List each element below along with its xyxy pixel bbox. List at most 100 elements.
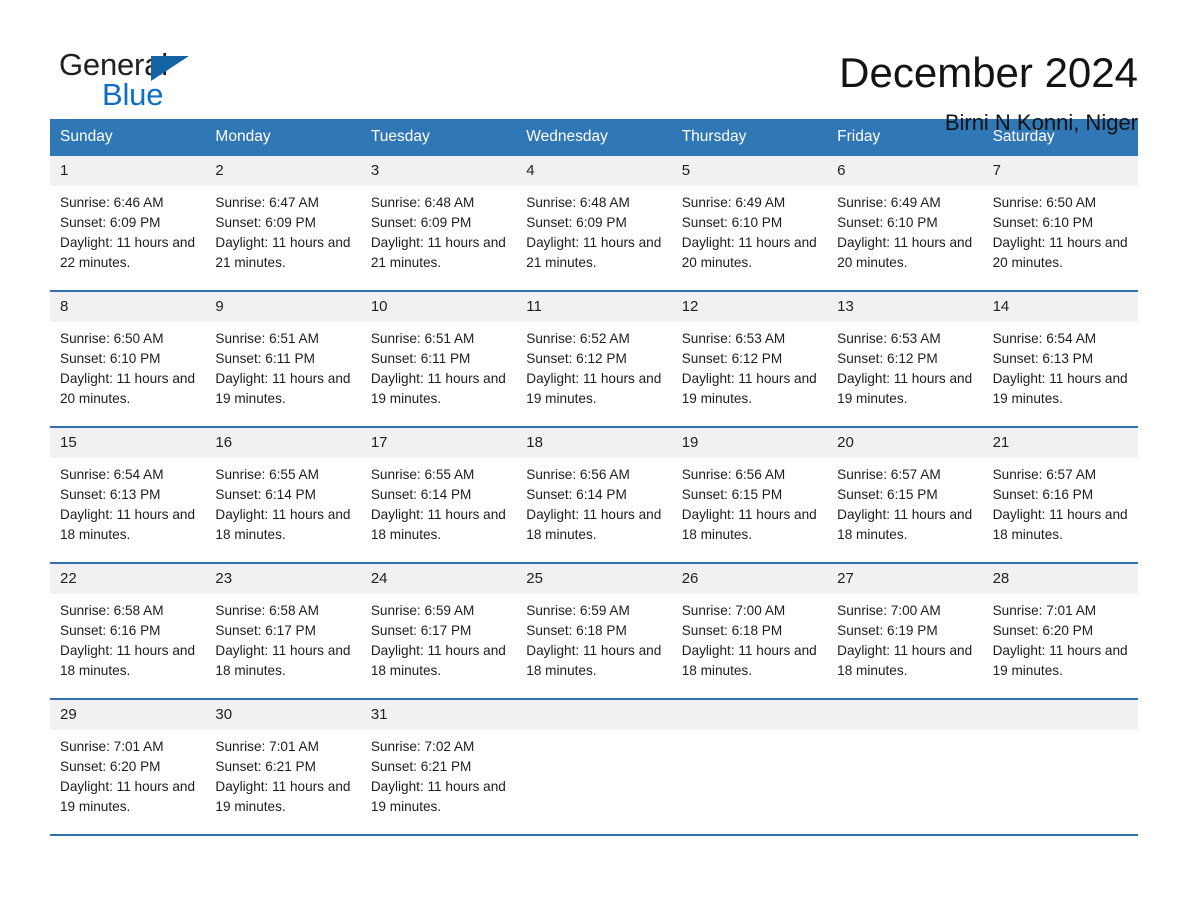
daylight-text: Daylight: 11 hours and 18 minutes. (215, 507, 351, 542)
day-number[interactable]: 27 (827, 564, 982, 594)
daylight-text: Daylight: 11 hours and 19 minutes. (60, 779, 196, 814)
day-number-empty (516, 700, 671, 730)
day-cell[interactable]: Sunrise: 6:54 AM Sunset: 6:13 PM Dayligh… (50, 458, 205, 562)
day-number[interactable]: 6 (827, 156, 982, 186)
day-cell[interactable]: Sunrise: 7:01 AM Sunset: 6:20 PM Dayligh… (983, 594, 1138, 698)
day-cell[interactable]: Sunrise: 6:49 AM Sunset: 6:10 PM Dayligh… (672, 186, 827, 290)
day-number[interactable]: 11 (516, 292, 671, 322)
day-number[interactable]: 5 (672, 156, 827, 186)
week-detail-band: Sunrise: 6:58 AM Sunset: 6:16 PM Dayligh… (50, 594, 1138, 698)
day-number[interactable]: 25 (516, 564, 671, 594)
sunset-text: Sunset: 6:10 PM (60, 351, 161, 366)
day-number[interactable]: 15 (50, 428, 205, 458)
day-number[interactable]: 13 (827, 292, 982, 322)
sunset-text: Sunset: 6:13 PM (60, 487, 161, 502)
day-cell[interactable]: Sunrise: 6:48 AM Sunset: 6:09 PM Dayligh… (516, 186, 671, 290)
day-number[interactable]: 8 (50, 292, 205, 322)
day-number[interactable]: 9 (205, 292, 360, 322)
sunset-text: Sunset: 6:19 PM (837, 623, 938, 638)
day-cell[interactable]: Sunrise: 7:00 AM Sunset: 6:18 PM Dayligh… (672, 594, 827, 698)
day-number[interactable]: 23 (205, 564, 360, 594)
day-number-empty (827, 700, 982, 730)
sunset-text: Sunset: 6:09 PM (370, 215, 472, 230)
day-number[interactable]: 24 (361, 564, 516, 594)
day-number[interactable]: 4 (516, 156, 671, 186)
sunset-text: Sunset: 6:20 PM (60, 759, 161, 774)
day-number[interactable]: 22 (50, 564, 205, 594)
daylight-text: Daylight: 11 hours and 19 minutes. (681, 371, 817, 406)
daylight-text: Daylight: 11 hours and 21 minutes. (526, 235, 662, 270)
day-cell[interactable]: Sunrise: 6:50 AM Sunset: 6:10 PM Dayligh… (983, 186, 1138, 290)
day-cell[interactable]: Sunrise: 6:56 AM Sunset: 6:15 PM Dayligh… (672, 458, 827, 562)
logo-text-blue: Blue (102, 77, 164, 112)
day-number[interactable]: 30 (205, 700, 360, 730)
daylight-text: Daylight: 11 hours and 20 minutes. (992, 235, 1128, 270)
sunrise-text: Sunrise: 7:01 AM (992, 603, 1097, 618)
week-detail-band: Sunrise: 6:46 AM Sunset: 6:09 PM Dayligh… (50, 186, 1138, 290)
sunrise-text: Sunrise: 6:51 AM (370, 331, 475, 346)
day-number[interactable]: 28 (983, 564, 1138, 594)
sunrise-text: Sunrise: 7:01 AM (60, 739, 164, 754)
day-cell[interactable]: Sunrise: 6:59 AM Sunset: 6:17 PM Dayligh… (361, 594, 516, 698)
day-cell[interactable]: Sunrise: 6:53 AM Sunset: 6:12 PM Dayligh… (672, 322, 827, 426)
sunrise-text: Sunrise: 6:56 AM (681, 467, 786, 482)
day-number[interactable]: 14 (983, 292, 1138, 322)
day-cell[interactable]: Sunrise: 6:55 AM Sunset: 6:14 PM Dayligh… (205, 458, 360, 562)
day-cell[interactable]: Sunrise: 6:50 AM Sunset: 6:10 PM Dayligh… (50, 322, 205, 426)
day-cell[interactable]: Sunrise: 6:48 AM Sunset: 6:09 PM Dayligh… (361, 186, 516, 290)
day-number[interactable]: 16 (205, 428, 360, 458)
day-number[interactable]: 1 (50, 156, 205, 186)
day-number[interactable]: 26 (672, 564, 827, 594)
day-cell[interactable]: Sunrise: 6:58 AM Sunset: 6:17 PM Dayligh… (205, 594, 360, 698)
week-detail-band: Sunrise: 6:50 AM Sunset: 6:10 PM Dayligh… (50, 322, 1138, 426)
sunrise-text: Sunrise: 6:52 AM (526, 331, 630, 346)
day-cell[interactable]: Sunrise: 6:47 AM Sunset: 6:09 PM Dayligh… (205, 186, 360, 290)
day-number[interactable]: 10 (361, 292, 516, 322)
day-cell[interactable]: Sunrise: 6:51 AM Sunset: 6:11 PM Dayligh… (205, 322, 360, 426)
weekday-friday: Friday (837, 128, 881, 145)
day-cell[interactable]: Sunrise: 6:57 AM Sunset: 6:16 PM Dayligh… (983, 458, 1138, 562)
day-number[interactable]: 3 (361, 156, 516, 186)
day-number[interactable]: 2 (205, 156, 360, 186)
day-cell[interactable]: Sunrise: 6:53 AM Sunset: 6:12 PM Dayligh… (827, 322, 982, 426)
daylight-text: Daylight: 11 hours and 18 minutes. (681, 643, 817, 678)
day-number[interactable]: 12 (672, 292, 827, 322)
day-number[interactable]: 31 (361, 700, 516, 730)
day-cell[interactable]: Sunrise: 7:01 AM Sunset: 6:21 PM Dayligh… (205, 730, 360, 834)
day-number[interactable]: 21 (983, 428, 1138, 458)
daylight-text: Daylight: 11 hours and 18 minutes. (370, 643, 506, 678)
sunset-text: Sunset: 6:12 PM (837, 351, 938, 366)
day-cell[interactable]: Sunrise: 6:58 AM Sunset: 6:16 PM Dayligh… (50, 594, 205, 698)
general-blue-logo[interactable]: General Blue (50, 46, 210, 118)
day-cell[interactable]: Sunrise: 6:59 AM Sunset: 6:18 PM Dayligh… (516, 594, 671, 698)
page-header: General Blue December 2024 Birni N Konni… (50, 0, 1138, 135)
day-cell[interactable]: Sunrise: 6:57 AM Sunset: 6:15 PM Dayligh… (827, 458, 982, 562)
day-number[interactable]: 17 (361, 428, 516, 458)
day-cell-empty (983, 730, 1138, 834)
daylight-text: Daylight: 11 hours and 19 minutes. (370, 371, 506, 406)
calendar-grid: Sunday Monday Tuesday Wednesday Thursday… (50, 119, 1138, 836)
day-cell[interactable]: Sunrise: 6:52 AM Sunset: 6:12 PM Dayligh… (516, 322, 671, 426)
day-cell[interactable]: Sunrise: 6:51 AM Sunset: 6:11 PM Dayligh… (361, 322, 516, 426)
sunset-text: Sunset: 6:14 PM (370, 487, 472, 502)
day-cell[interactable]: Sunrise: 7:00 AM Sunset: 6:19 PM Dayligh… (827, 594, 982, 698)
day-cell[interactable]: Sunrise: 7:02 AM Sunset: 6:21 PM Dayligh… (361, 730, 516, 834)
day-cell[interactable]: Sunrise: 6:54 AM Sunset: 6:13 PM Dayligh… (983, 322, 1138, 426)
sunset-text: Sunset: 6:15 PM (681, 487, 783, 502)
day-number[interactable]: 20 (827, 428, 982, 458)
day-cell[interactable]: Sunrise: 6:49 AM Sunset: 6:10 PM Dayligh… (827, 186, 982, 290)
day-cell[interactable]: Sunrise: 6:55 AM Sunset: 6:14 PM Dayligh… (361, 458, 516, 562)
weekday-sunday: Sunday (60, 128, 113, 145)
sunrise-text: Sunrise: 6:58 AM (215, 603, 319, 618)
daylight-text: Daylight: 11 hours and 19 minutes. (992, 371, 1128, 406)
day-number[interactable]: 29 (50, 700, 205, 730)
day-number-empty (672, 700, 827, 730)
day-cell[interactable]: Sunrise: 7:01 AM Sunset: 6:20 PM Dayligh… (50, 730, 205, 834)
day-cell[interactable]: Sunrise: 6:46 AM Sunset: 6:09 PM Dayligh… (50, 186, 205, 290)
sunrise-text: Sunrise: 6:50 AM (992, 195, 1097, 210)
day-number[interactable]: 19 (672, 428, 827, 458)
day-number[interactable]: 18 (516, 428, 671, 458)
day-number[interactable]: 7 (983, 156, 1138, 186)
weekday-saturday: Saturday (992, 128, 1055, 145)
day-cell[interactable]: Sunrise: 6:56 AM Sunset: 6:14 PM Dayligh… (516, 458, 671, 562)
